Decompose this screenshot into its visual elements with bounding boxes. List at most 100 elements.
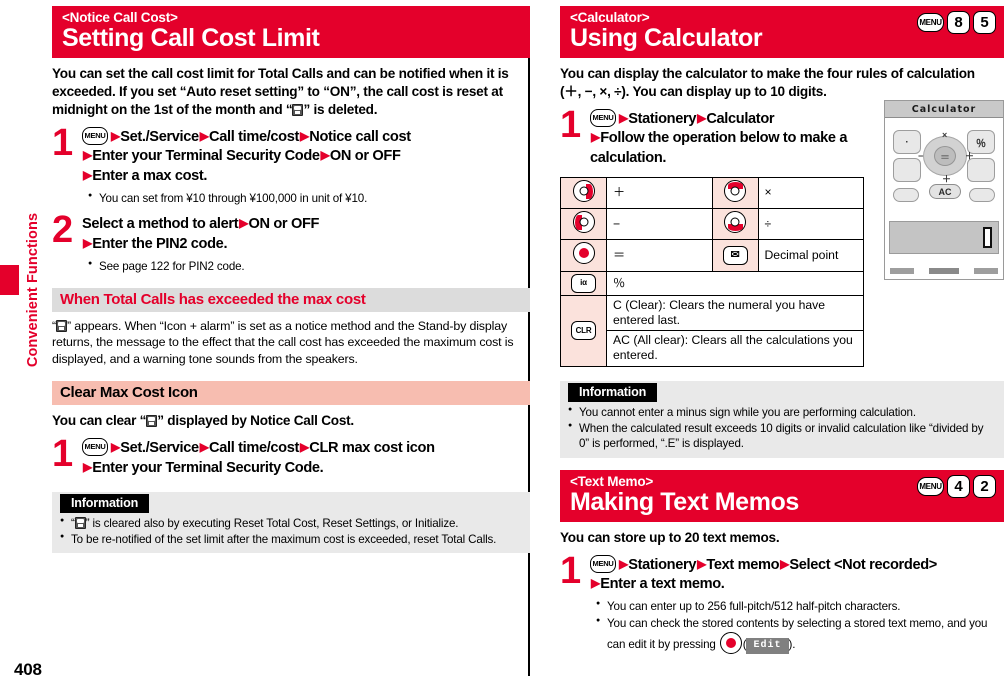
navi-down-key-icon [724,211,746,234]
key-value: AC (All clear): Clears all the calculati… [606,330,864,367]
arrow-icon: ▶ [300,129,309,144]
exceeded-paragraph: “” appears. When “Icon + alarm” is set a… [52,318,530,367]
all-clear-button: AC [929,184,961,199]
arrow-icon: ▶ [780,556,789,571]
banner-subtitle: <Notice Call Cost> [62,10,178,25]
arrow-icon: ▶ [619,556,628,571]
arrow-icon: ▶ [300,440,309,455]
clear-lead-part2: ” displayed by Notice Call Cost. [157,413,354,429]
calculator-key-table: ＋ × − ÷ ＝ ✉ Decimal point iα ％ CLR C (Cl… [560,176,864,367]
step-2: 2 Select a method to alert▶ON or OFF ▶En… [52,211,530,274]
step-line3-a: calculation. [590,149,667,166]
key-value: × [757,176,864,210]
bullet-item: You can set from ¥10 through ¥100,000 in… [88,191,530,206]
navi-left-key-icon [572,211,595,234]
i-mode-key-icon: iα [571,273,596,293]
navi-up-key-icon [724,179,746,202]
bullet-item: You can enter up to 256 full-pitch/512 h… [596,599,1004,614]
information-box-left: Information “” is cleared also by execut… [52,491,530,554]
information-item: “” is cleared also by executing Reset To… [60,516,522,531]
mail-key-icon: ✉ [722,246,748,266]
softkey-center [929,267,959,274]
text-memo-step-1: 1 MENU ▶Stationery▶Text memo▶Select <Not … [560,552,1004,654]
table-row: ＝ ✉ Decimal point [560,239,864,272]
key-value: ％ [606,270,864,296]
bullet-text-part1: You can check the stored contents by sel… [607,617,988,651]
shortcut-digit-key: 2 [973,474,996,498]
step-body: MENU ▶Stationery▶Calculator ▶Follow the o… [590,109,880,168]
menu-key-icon[interactable]: MENU [590,554,616,573]
page-number: 408 [14,660,42,679]
step-line1-b: Text memo [706,556,780,573]
information-title: Information [568,382,658,402]
table-row: iα ％ [560,270,864,296]
arrow-icon: ▶ [320,148,330,163]
calculator-display [889,221,999,254]
arrow-icon: ▶ [199,129,209,144]
key-value: C (Clear): Clears the numeral you have e… [606,294,864,332]
step-line1-a: Stationery [628,111,697,128]
step-number: 1 [560,104,582,147]
sidebar-chapter-tab: Convenient Functions [0,0,41,697]
step-line1-c: Select <Not recorded> [789,556,937,573]
arrow-icon: ▶ [697,556,706,571]
calculator-phone-screenshot: Calculator · ％ ＝ × ＋ − ＋ AC [884,100,1004,280]
table-row: CLR C (Clear): Clears the numeral you ha… [560,294,864,367]
key-value: − [606,208,713,241]
key-cell [560,176,607,210]
step-line1-a: Stationery [628,556,697,573]
sidebar-chapter-label: Convenient Functions [25,212,41,368]
arrow-icon: ▶ [83,459,92,474]
step-line1-c: Notice call cost [309,129,411,146]
arrow-icon: ▶ [111,440,120,455]
step-line1-b: Calculator [706,111,775,128]
banner-title: Setting Call Cost Limit [62,24,320,52]
arrow-icon: ▶ [239,216,248,231]
step-line2-a: Enter the PIN2 code. [92,235,228,252]
bullet-item: See page 122 for PIN2 code. [88,259,530,274]
step-line1-b: ON or OFF [248,216,320,233]
blank-button-left [893,158,921,182]
softkey-right [974,267,998,274]
step-line2-b: ON or OFF [329,148,401,165]
step-1: 1 MENU ▶Set./Service▶Call time/cost▶Notic… [52,124,530,206]
notice-call-cost-banner: <Notice Call Cost> Setting Call Cost Lim… [52,6,530,58]
menu-key-icon: MENU [917,476,944,496]
exceeded-text-part2: ” appears. When “Icon + alarm” is set as… [52,319,514,366]
key-cell: ✉ [711,239,759,272]
menu-key-icon[interactable]: MENU [82,127,108,146]
step-number: 1 [52,122,74,165]
max-cost-icon [146,415,158,428]
shortcut-digit-key: 5 [973,11,996,34]
key-value: ＋ [606,176,713,210]
arrow-icon: ▶ [591,130,600,145]
step-line2-a: Follow the operation below to make a [600,130,848,147]
section-heading-clear-icon: Clear Max Cost Icon [52,381,530,406]
step-2-bullets: See page 122 for PIN2 code. [88,259,530,274]
step-number: 1 [560,549,582,592]
text-memo-banner: <Text Memo> Making Text Memos MENU 4 2 [560,469,1004,522]
sidebar-chapter-marker [0,265,19,295]
bullet-text-part2: ). [788,637,796,651]
menu-key-icon[interactable]: MENU [82,438,108,457]
arrow-icon: ▶ [199,440,209,455]
center-key-icon: ＝ [934,146,956,166]
calculator-step-1: 1 MENU ▶Stationery▶Calculator ▶Follow the… [560,106,880,168]
key-cell [560,208,607,241]
table-row: AC (All clear): Clears all the calculati… [561,330,864,367]
menu-key-icon: MENU [917,13,944,32]
menu-shortcut-keys: MENU 4 2 [917,474,996,498]
clr-key-icon: CLR [571,321,596,341]
menu-key-icon[interactable]: MENU [590,109,616,128]
phone-screen-title: Calculator [885,101,1003,118]
clear-icon-lead: You can clear “ ” displayed by Notice Cal… [52,412,530,430]
step-number: 1 [52,433,74,476]
clear-icon-step-1: 1 MENU ▶Set./Service▶Call time/cost▶CLR m… [52,435,530,478]
intro-text-part2: ” is deleted. [303,102,378,118]
step-line3-a: Enter a max cost. [92,167,208,184]
arrow-icon: ▶ [111,129,120,144]
minus-symbol-left: − [918,151,924,161]
softkey-left [890,267,914,274]
text-memo-intro: You can store up to 20 text memos. [560,529,780,545]
blank-button-bottom-right [969,188,995,202]
